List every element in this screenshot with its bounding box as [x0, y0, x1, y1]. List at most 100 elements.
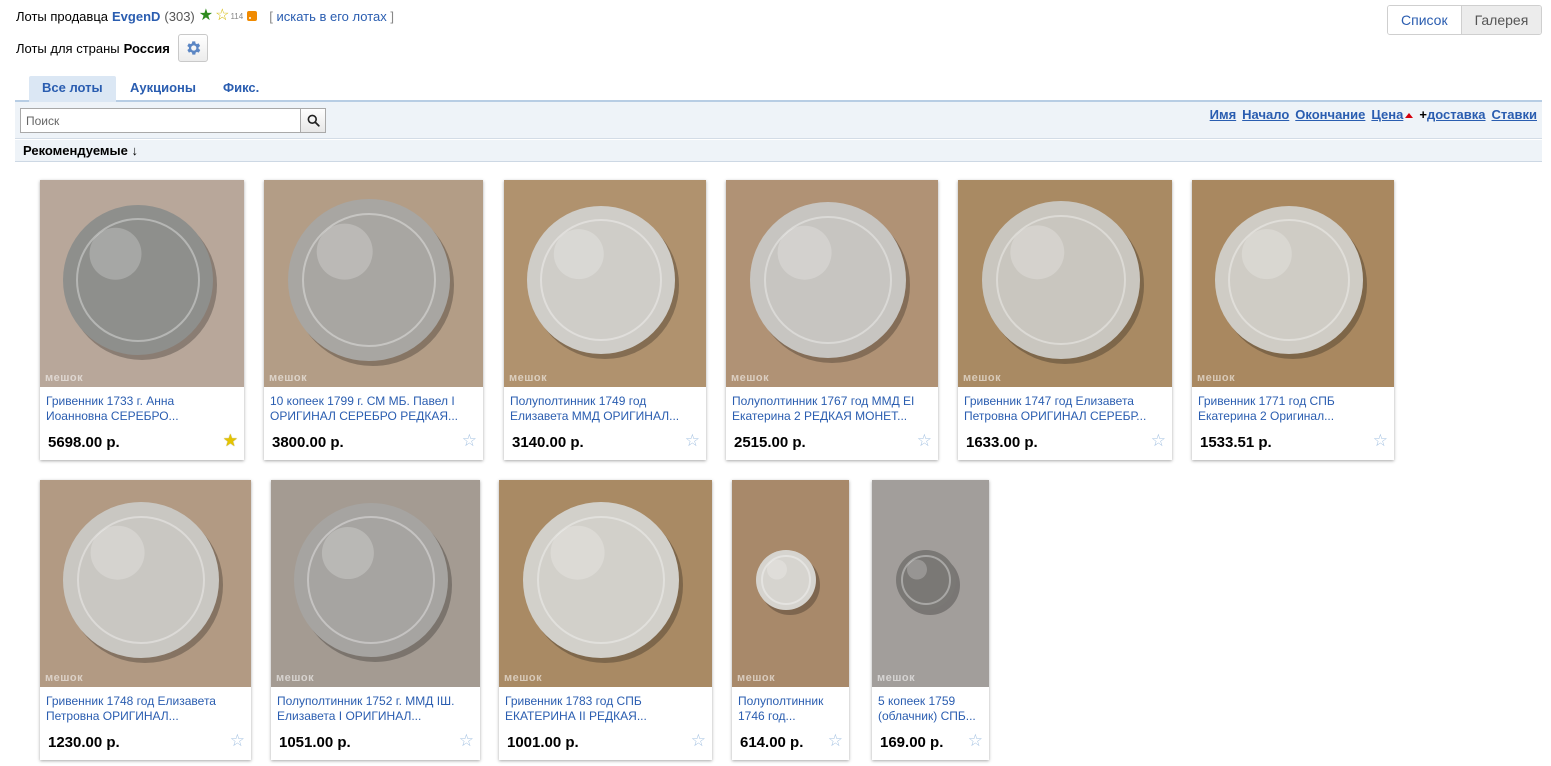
lot-card[interactable]: мешок 10 копеек 1799 г. СМ МБ. Павел I ОР… [264, 180, 483, 460]
lot-card[interactable]: мешок Полуполтинник 1767 год ММД ЕI Екате… [726, 180, 938, 460]
tab-fixed[interactable]: Фикс. [210, 76, 272, 102]
lot-title[interactable]: Полуполтинник 1767 год ММД ЕI Екатерина … [732, 394, 932, 424]
tab-all-lots[interactable]: Все лоты [29, 76, 116, 102]
lot-card[interactable]: мешок Гривенник 1733 г. Анна Иоанновна СЕ… [40, 180, 244, 460]
favorite-star-icon[interactable]: ☆ [828, 732, 843, 749]
tab-auctions[interactable]: Аукционы [117, 76, 209, 102]
lot-card[interactable]: мешок Гривенник 1771 год СПБ Екатерина 2 … [1192, 180, 1394, 460]
sort-price[interactable]: Цена [1371, 107, 1403, 122]
sort-start[interactable]: Начало [1242, 107, 1289, 122]
country-line: Лоты для страны Россия [16, 34, 208, 62]
green-star-icon: ★ [198, 7, 214, 24]
search-input[interactable] [20, 108, 301, 133]
lot-card[interactable]: мешок Гривенник 1783 год СПБ ЕКАТЕРИНА II… [499, 480, 712, 760]
lot-title[interactable]: Гривенник 1771 год СПБ Екатерина 2 Ориги… [1198, 394, 1388, 424]
lot-title[interactable]: Гривенник 1783 год СПБ ЕКАТЕРИНА II РЕДК… [505, 694, 706, 724]
seller-rating-count[interactable]: (303) [164, 9, 194, 24]
favorite-star-icon[interactable]: ☆ [1373, 432, 1388, 449]
favorite-star-icon[interactable]: ☆ [459, 732, 474, 749]
coin [982, 201, 1140, 359]
lot-price: 5698.00 р. [48, 434, 120, 451]
coin-image [499, 480, 712, 687]
lot-photo[interactable]: мешок [499, 480, 712, 687]
search-in-lots-link[interactable]: искать в его лотах [276, 9, 386, 24]
lot-price: 1001.00 р. [507, 734, 579, 751]
settings-button[interactable] [177, 34, 208, 62]
plus-sign: + [1419, 107, 1427, 122]
lot-photo[interactable]: мешок [732, 480, 849, 687]
coin-highlight [907, 559, 927, 580]
lot-title[interactable]: Гривенник 1747 год Елизавета Петровна ОР… [964, 394, 1166, 424]
coin-image [732, 480, 849, 687]
coin-highlight [1241, 229, 1292, 280]
sort-delivery[interactable]: доставка [1427, 107, 1486, 122]
lot-title[interactable]: 10 копеек 1799 г. СМ МБ. Павел I ОРИГИНА… [270, 394, 477, 424]
lot-photo[interactable]: мешок [40, 480, 251, 687]
lot-title[interactable]: Полуполтинник 1749 год Елизавета ММД ОРИ… [510, 394, 700, 424]
lot-photo[interactable]: мешок [504, 180, 706, 387]
lot-card[interactable]: мешок Полуполтинник 1749 год Елизавета ММ… [504, 180, 706, 460]
recommended-sort[interactable]: Рекомендуемые ↓ [15, 140, 1542, 162]
lot-title[interactable]: Полуполтинник 1752 г. ММД IШ. Елизавета … [277, 694, 474, 724]
favorite-star-icon[interactable]: ☆ [917, 432, 932, 449]
sort-plus-delivery: +доставка [1419, 107, 1485, 122]
coin-highlight [316, 223, 373, 280]
coin-highlight [550, 525, 605, 580]
seller-prefix: Лоты продавца [16, 8, 108, 24]
search-in-lots: [ искать в его лотах ] [269, 8, 394, 24]
favorite-star-icon[interactable]: ☆ [462, 432, 477, 449]
lot-photo[interactable]: мешок [271, 480, 480, 687]
favorite-star-icon[interactable]: ☆ [968, 732, 983, 749]
lot-price: 3800.00 р. [272, 434, 344, 451]
coin-image [1192, 180, 1394, 387]
watermark: мешок [269, 372, 308, 384]
view-gallery-button[interactable]: Галерея [1461, 6, 1542, 34]
seller-name-link[interactable]: EvgenD [112, 9, 160, 24]
lot-photo[interactable]: мешок [726, 180, 938, 387]
lot-photo[interactable]: мешок [1192, 180, 1394, 387]
view-list-button[interactable]: Список [1388, 6, 1462, 34]
country-prefix: Лоты для страны [16, 40, 120, 56]
gear-icon [187, 41, 201, 55]
lot-card[interactable]: мешок Гривенник 1747 год Елизавета Петров… [958, 180, 1172, 460]
sort-name[interactable]: Имя [1210, 107, 1237, 122]
coin [527, 206, 675, 354]
lot-card[interactable]: мешок 5 копеек 1759 (облачник) СПБ... 169.… [872, 480, 989, 760]
coin [756, 550, 816, 610]
favorite-star-icon[interactable]: ☆ [691, 732, 706, 749]
seller-line: Лоты продавца EvgenD (303) ★ ☆ 114 [ иск… [16, 8, 394, 24]
lot-price: 2515.00 р. [734, 434, 806, 451]
star-count: 114 [230, 11, 244, 21]
coin-highlight [90, 525, 145, 580]
search-button[interactable] [300, 108, 326, 133]
coin-image [958, 180, 1172, 387]
coin-highlight [553, 229, 604, 280]
favorite-star-icon[interactable]: ★ [223, 432, 238, 449]
coin-image [271, 480, 480, 687]
coin-image [504, 180, 706, 387]
lot-card[interactable]: мешок Полуполтинник 1752 г. ММД IШ. Елиза… [271, 480, 480, 760]
search-icon [307, 114, 320, 127]
lot-card[interactable]: мешок Полуполтинник 1746 год... 614.00 р. ☆ [732, 480, 849, 760]
lot-title[interactable]: 5 копеек 1759 (облачник) СПБ... [878, 694, 983, 724]
lot-card[interactable]: мешок Гривенник 1748 год Елизавета Петров… [40, 480, 251, 760]
lot-title[interactable]: Гривенник 1748 год Елизавета Петровна ОР… [46, 694, 245, 724]
filter-bar: Имя Начало Окончание Цена +доставка Став… [15, 102, 1542, 139]
favorite-star-icon[interactable]: ☆ [1151, 432, 1166, 449]
coin-image [40, 480, 251, 687]
favorite-star-icon[interactable]: ☆ [230, 732, 245, 749]
watermark: мешок [731, 372, 770, 384]
coin-highlight [321, 527, 374, 580]
lot-title[interactable]: Полуполтинник 1746 год... [738, 694, 843, 724]
favorite-star-icon[interactable]: ☆ [685, 432, 700, 449]
sort-up-arrow-icon [1405, 113, 1414, 119]
sort-end[interactable]: Окончание [1295, 107, 1365, 122]
sort-bids[interactable]: Ставки [1492, 107, 1537, 122]
rss-icon[interactable] [247, 11, 258, 21]
watermark: мешок [877, 672, 916, 684]
lot-photo[interactable]: мешок [872, 480, 989, 687]
lot-photo[interactable]: мешок [40, 180, 244, 387]
lot-photo[interactable]: мешок [264, 180, 483, 387]
lot-title[interactable]: Гривенник 1733 г. Анна Иоанновна СЕРЕБРО… [46, 394, 238, 424]
lot-photo[interactable]: мешок [958, 180, 1172, 387]
